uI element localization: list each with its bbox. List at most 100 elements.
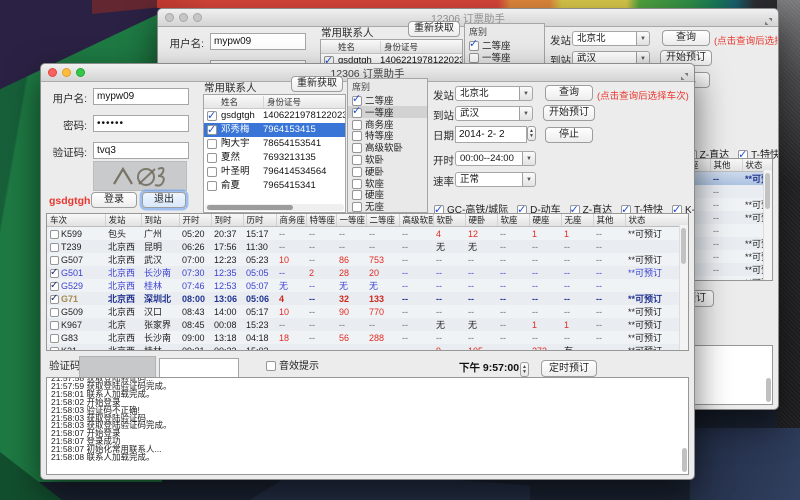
- train-column-header[interactable]: 到站: [141, 214, 179, 227]
- username-input[interactable]: mypw09: [93, 88, 189, 105]
- refresh-contacts-button[interactable]: 重新获取: [291, 76, 343, 92]
- chevron-down-icon[interactable]: ▼: [522, 172, 536, 187]
- train-row[interactable]: G71北京西深圳北08:0013:0605:064--32133--------…: [47, 292, 689, 305]
- train-row-checkbox[interactable]: [50, 295, 59, 304]
- seat-class-option[interactable]: 硬座: [348, 188, 427, 200]
- order-captcha-input[interactable]: [159, 358, 239, 378]
- close-button[interactable]: [48, 68, 57, 77]
- train-row-checkbox[interactable]: [50, 256, 59, 265]
- train-row-checkbox[interactable]: [50, 347, 59, 352]
- train-row-checkbox[interactable]: [50, 243, 59, 252]
- contact-row[interactable]: gsdgtgh140622197812202315: [204, 109, 345, 123]
- contacts-hscrollbar[interactable]: [205, 204, 344, 211]
- fullscreen-icon[interactable]: [764, 13, 773, 22]
- start-booking-button[interactable]: 开始预订: [543, 105, 595, 121]
- timer-time-value[interactable]: 下午 9:57:00: [459, 360, 519, 375]
- chevron-down-icon[interactable]: ▼: [519, 106, 533, 121]
- seat-class-checkbox[interactable]: [352, 131, 362, 141]
- seat-class-checkbox[interactable]: [352, 108, 362, 118]
- sound-alert-option[interactable]: 音效提示: [266, 356, 319, 374]
- login-button[interactable]: 登录: [91, 192, 137, 208]
- seat-class-option[interactable]: 二等座: [465, 39, 544, 51]
- timer-time-stepper[interactable]: ▲▼: [520, 362, 529, 377]
- from-station-select[interactable]: 北京北▼: [572, 31, 650, 46]
- seat-class-checkbox[interactable]: [352, 202, 362, 212]
- log-scrollbar[interactable]: [766, 378, 771, 402]
- train-table-scrollbar[interactable]: [679, 225, 688, 350]
- train-row[interactable]: G83北京西长沙南09:0013:1804:1818--56288-------…: [47, 331, 689, 344]
- minimize-button[interactable]: [62, 68, 71, 77]
- train-column-header[interactable]: 一等座: [336, 214, 366, 227]
- train-column-header[interactable]: 特等座: [306, 214, 336, 227]
- seat-class-checkbox[interactable]: [469, 53, 479, 63]
- seat-class-checkbox[interactable]: [352, 167, 362, 177]
- train-row-checkbox[interactable]: [50, 269, 59, 278]
- date-input[interactable]: 2014- 2- 2: [455, 126, 527, 143]
- train-column-header[interactable]: 硬卧: [465, 214, 497, 227]
- captcha-image[interactable]: [93, 161, 187, 191]
- train-column-header[interactable]: 开时: [179, 214, 211, 227]
- minimize-button[interactable]: [179, 13, 188, 22]
- train-column-header[interactable]: 历时: [243, 214, 276, 227]
- stop-button[interactable]: 停止: [545, 127, 593, 143]
- contact-checkbox[interactable]: [207, 181, 217, 191]
- captcha-input[interactable]: tvq3: [93, 142, 189, 159]
- contact-checkbox[interactable]: [207, 111, 217, 121]
- train-column-header[interactable]: 二等座: [366, 214, 399, 227]
- contact-checkbox[interactable]: [207, 139, 217, 149]
- seat-class-option[interactable]: 高级软卧: [348, 141, 427, 153]
- chevron-down-icon[interactable]: ▼: [636, 31, 650, 46]
- contact-row[interactable]: 俞夏7965415341: [204, 179, 345, 193]
- date-stepper[interactable]: ▲▼: [527, 126, 536, 141]
- train-row-checkbox[interactable]: [50, 321, 59, 330]
- train-column-header[interactable]: 高级软卧: [399, 214, 433, 227]
- order-captcha-image[interactable]: [79, 356, 156, 378]
- seat-class-checkbox[interactable]: [352, 190, 362, 200]
- train-column-header[interactable]: 发站: [105, 214, 141, 227]
- train-column-header[interactable]: 其他: [593, 214, 625, 227]
- train-column-header[interactable]: 无座: [561, 214, 593, 227]
- train-row[interactable]: G507北京西武汉07:0012:2305:2310--86753-------…: [47, 253, 689, 266]
- train-table-scrollbar[interactable]: [763, 170, 772, 280]
- contact-checkbox[interactable]: [207, 167, 217, 177]
- rate-select[interactable]: 正常▼: [455, 172, 536, 187]
- to-station-select[interactable]: 武汉▼: [455, 106, 533, 121]
- train-column-header[interactable]: 车次: [47, 214, 105, 227]
- train-row[interactable]: G529北京西桂林07:4612:5305:07无--无无-----------…: [47, 279, 689, 292]
- seat-class-checkbox[interactable]: [469, 41, 479, 51]
- train-row-checkbox[interactable]: [50, 282, 59, 291]
- seat-class-option[interactable]: 无座: [348, 200, 427, 212]
- seat-class-option[interactable]: 硬卧: [348, 165, 427, 177]
- seat-class-option[interactable]: 软卧: [348, 153, 427, 165]
- username-input[interactable]: mypw09: [210, 33, 306, 50]
- seat-class-option[interactable]: 商务座: [348, 118, 427, 130]
- query-button[interactable]: 查询: [545, 85, 593, 101]
- contact-row[interactable]: 邓秀梅7964153415: [204, 123, 345, 137]
- train-row[interactable]: K21北京西桂林09:3100:3315:02----------9105--2…: [47, 344, 689, 351]
- seat-class-option[interactable]: 软座: [348, 177, 427, 189]
- from-station-select[interactable]: 北京北▼: [455, 86, 533, 101]
- seat-class-option[interactable]: 特等座: [348, 129, 427, 141]
- train-row-checkbox[interactable]: [50, 308, 59, 317]
- seat-class-checkbox[interactable]: [352, 155, 362, 165]
- train-column-header[interactable]: 软座: [497, 214, 529, 227]
- fullscreen-icon[interactable]: [680, 68, 689, 77]
- train-column-header[interactable]: 商务座: [276, 214, 306, 227]
- chevron-down-icon[interactable]: ▼: [522, 151, 536, 166]
- log-scrollbar[interactable]: [682, 448, 687, 472]
- contact-checkbox[interactable]: [207, 153, 217, 163]
- contact-row[interactable]: 夏然7693213135: [204, 151, 345, 165]
- train-column-header[interactable]: 软卧: [433, 214, 465, 227]
- train-row-checkbox[interactable]: [50, 334, 59, 343]
- depart-time-select[interactable]: 00:00--24:00▼: [455, 151, 536, 166]
- seat-class-checkbox[interactable]: [352, 143, 362, 153]
- train-row[interactable]: K967北京张家界08:4500:0815:23----------无无--11…: [47, 318, 689, 331]
- refresh-contacts-button[interactable]: 重新获取: [408, 21, 460, 37]
- contact-row[interactable]: 叶圣明796414534564: [204, 165, 345, 179]
- contact-row[interactable]: 陶大宇78654153541: [204, 137, 345, 151]
- train-row-checkbox[interactable]: [50, 230, 59, 239]
- train-row[interactable]: K599包头广州05:2020:3715:17----------412--11…: [47, 227, 689, 241]
- train-row[interactable]: G509北京西汉口08:4314:0005:1710--90770-------…: [47, 305, 689, 318]
- seat-class-option[interactable]: 一等座: [465, 51, 544, 63]
- sound-alert-checkbox[interactable]: [266, 361, 276, 371]
